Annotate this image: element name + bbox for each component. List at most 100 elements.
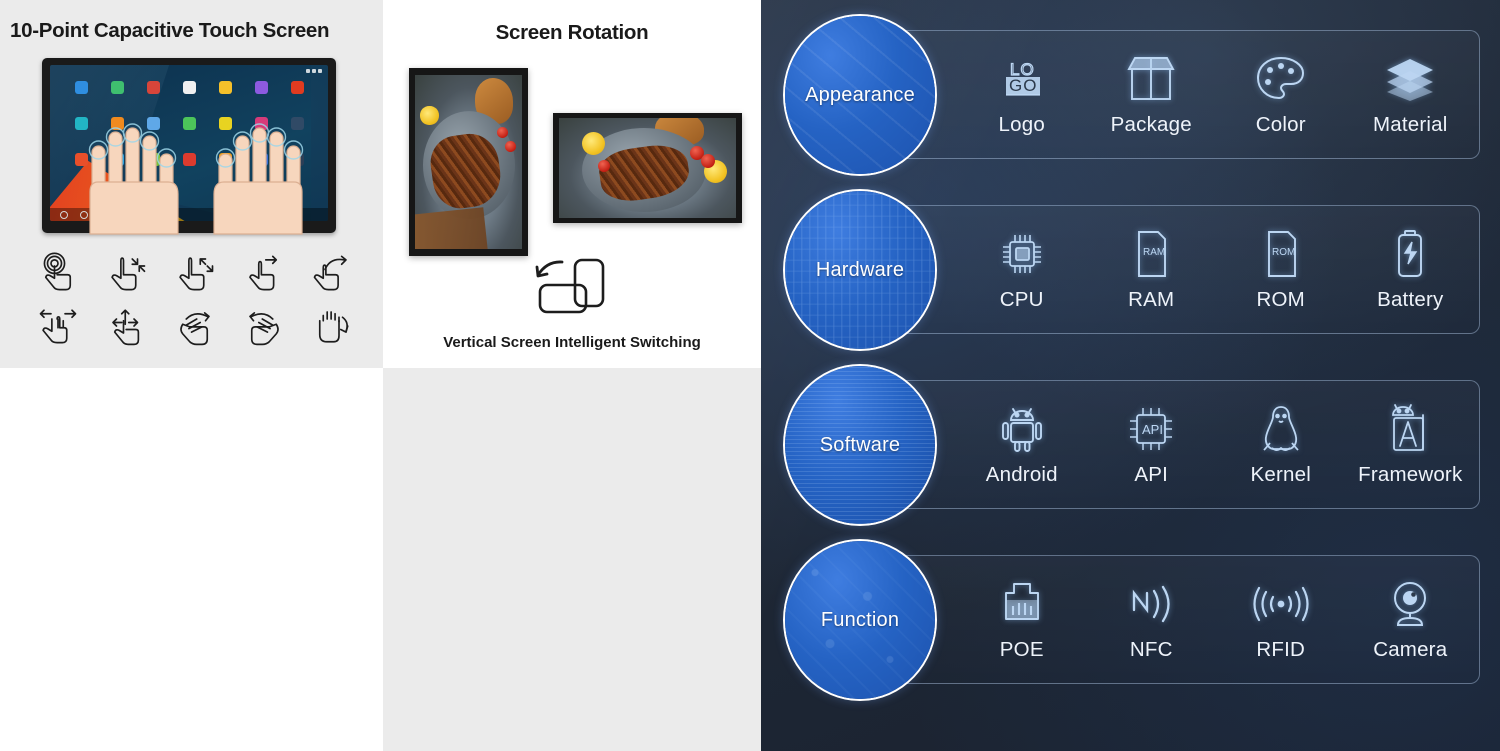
- api-glyph: API: [1142, 422, 1163, 437]
- material-layers-icon: [1383, 51, 1437, 107]
- five-finger-rotate-icon: [304, 303, 360, 349]
- panel-touch-screen: 10-Point Capacitive Touch Screen: [0, 0, 383, 368]
- rotate-screen-icon: [383, 255, 761, 317]
- pinch-in-gesture-icon: [99, 250, 155, 296]
- logo-icon: LO GO: [996, 51, 1048, 107]
- two-finger-horizontal-swipe-icon: [30, 303, 86, 349]
- package-icon: [1124, 51, 1178, 107]
- customization-panel: Appearance LO GO Logo Package Color Mate…: [761, 0, 1500, 751]
- item-android[interactable]: Android: [957, 401, 1087, 487]
- item-label-nfc: NFC: [1129, 637, 1173, 661]
- item-label-poe: POE: [999, 637, 1044, 661]
- nfc-icon: [1123, 576, 1179, 632]
- portrait-monitor: [409, 68, 528, 256]
- category-bubble-appearance[interactable]: Appearance: [783, 14, 937, 176]
- row-items-appearance: LO GO Logo Package Color Material: [957, 30, 1475, 157]
- panel-front-camera: Front Camera Up to 2.0MP/5.0MP/8.0MP: [0, 368, 383, 751]
- panel-poe-power: POE Power MONITOR POE SWITCH MONITOR: [383, 368, 761, 751]
- right-hand-overlay: [194, 120, 314, 240]
- item-label-ram: RAM: [1128, 287, 1175, 311]
- touch-panel-title: 10-Point Capacitive Touch Screen: [10, 19, 330, 42]
- panel-screen-rotation: Screen Rotation Vertical Screen Intellig…: [383, 0, 761, 368]
- row-items-function: POE NFC RFID Camera: [957, 555, 1475, 682]
- item-label-rom: ROM: [1256, 287, 1305, 311]
- item-cpu[interactable]: CPU: [957, 226, 1087, 312]
- item-label-cpu: CPU: [999, 287, 1044, 311]
- landscape-monitor: [553, 113, 742, 223]
- item-package[interactable]: Package: [1087, 51, 1217, 137]
- category-label-appearance: Appearance: [805, 83, 915, 106]
- item-label-color: Color: [1255, 112, 1306, 136]
- food-photo-portrait: [415, 75, 522, 249]
- rotation-caption: Vertical Screen Intelligent Switching: [443, 334, 701, 351]
- item-label-api: API: [1134, 462, 1169, 486]
- webcam-icon: [1385, 576, 1435, 632]
- left-hand-overlay: [78, 120, 198, 240]
- category-label-hardware: Hardware: [815, 258, 905, 281]
- gesture-row-1: [30, 250, 360, 296]
- item-rfid[interactable]: RFID: [1216, 576, 1346, 662]
- item-label-kernel: Kernel: [1250, 462, 1311, 486]
- item-logo[interactable]: LO GO Logo: [957, 51, 1087, 137]
- item-label-camera: Camera: [1373, 637, 1448, 661]
- item-label-battery: Battery: [1377, 287, 1444, 311]
- item-label-framework: Framework: [1358, 462, 1463, 486]
- two-finger-vertical-swipe-icon: [99, 303, 155, 349]
- item-camera[interactable]: Camera: [1346, 576, 1476, 662]
- linux-penguin-icon: [1258, 401, 1304, 457]
- framework-icon: [1384, 401, 1436, 457]
- swipe-right-gesture-icon: [236, 250, 292, 296]
- ram-glyph: RAM: [1143, 247, 1165, 258]
- gesture-icon-set: [30, 250, 360, 356]
- item-poe[interactable]: POE: [957, 576, 1087, 662]
- item-label-package: Package: [1110, 112, 1192, 136]
- item-framework[interactable]: Framework: [1346, 401, 1476, 487]
- category-label-software: Software: [819, 433, 901, 456]
- item-material[interactable]: Material: [1346, 51, 1476, 137]
- ethernet-port-icon: [995, 576, 1049, 632]
- ram-card-icon: RAM: [1129, 226, 1173, 282]
- touch-tablet-device: [42, 58, 336, 235]
- api-chip-icon: API: [1125, 401, 1177, 457]
- four-finger-swipe-icon: [236, 303, 292, 349]
- item-battery[interactable]: Battery: [1346, 226, 1476, 312]
- item-label-logo: Logo: [998, 112, 1045, 136]
- item-nfc[interactable]: NFC: [1087, 576, 1217, 662]
- food-photo-landscape: [559, 118, 736, 218]
- android-robot-icon: [997, 401, 1047, 457]
- item-color[interactable]: Color: [1216, 51, 1346, 137]
- item-kernel[interactable]: Kernel: [1216, 401, 1346, 487]
- cpu-chip-icon: [996, 226, 1048, 282]
- rfid-waves-icon: [1251, 576, 1311, 632]
- row-items-software: Android API API Kernel Framework: [957, 380, 1475, 507]
- pinch-out-gesture-icon: [167, 250, 223, 296]
- drag-gesture-icon: [304, 250, 360, 296]
- rotation-panel-title: Screen Rotation: [495, 21, 649, 44]
- status-bar-icons: [306, 69, 322, 73]
- customization-row-function: Function POE NFC RFID Camera: [761, 530, 1500, 705]
- rom-card-icon: ROM: [1259, 226, 1303, 282]
- customization-row-hardware: Hardware CPU RAM RAM ROM ROM Battery: [761, 180, 1500, 355]
- category-bubble-function[interactable]: Function: [783, 539, 937, 701]
- rom-glyph: ROM: [1272, 247, 1295, 258]
- left-feature-panels: 10-Point Capacitive Touch Screen Screen …: [0, 0, 761, 751]
- item-rom[interactable]: ROM ROM: [1216, 226, 1346, 312]
- customization-row-appearance: Appearance LO GO Logo Package Color Mate…: [761, 5, 1500, 180]
- color-palette-icon: [1255, 51, 1307, 107]
- battery-icon: [1390, 226, 1430, 282]
- item-label-rfid: RFID: [1256, 637, 1306, 661]
- three-finger-swipe-icon: [167, 303, 223, 349]
- item-label-material: Material: [1372, 112, 1448, 136]
- customization-row-software: Software Android API API Kernel Framewor…: [761, 355, 1500, 530]
- gesture-row-2: [30, 303, 360, 349]
- row-items-hardware: CPU RAM RAM ROM ROM Battery: [957, 205, 1475, 332]
- category-label-function: Function: [820, 608, 900, 631]
- item-label-android: Android: [985, 462, 1058, 486]
- logo-glyph-bottom: GO: [1009, 76, 1037, 95]
- category-bubble-hardware[interactable]: Hardware: [783, 189, 937, 351]
- category-bubble-software[interactable]: Software: [783, 364, 937, 526]
- item-ram[interactable]: RAM RAM: [1087, 226, 1217, 312]
- infographic-canvas: 10-Point Capacitive Touch Screen Screen …: [0, 0, 1500, 751]
- item-api[interactable]: API API: [1087, 401, 1217, 487]
- tap-gesture-icon: [30, 250, 86, 296]
